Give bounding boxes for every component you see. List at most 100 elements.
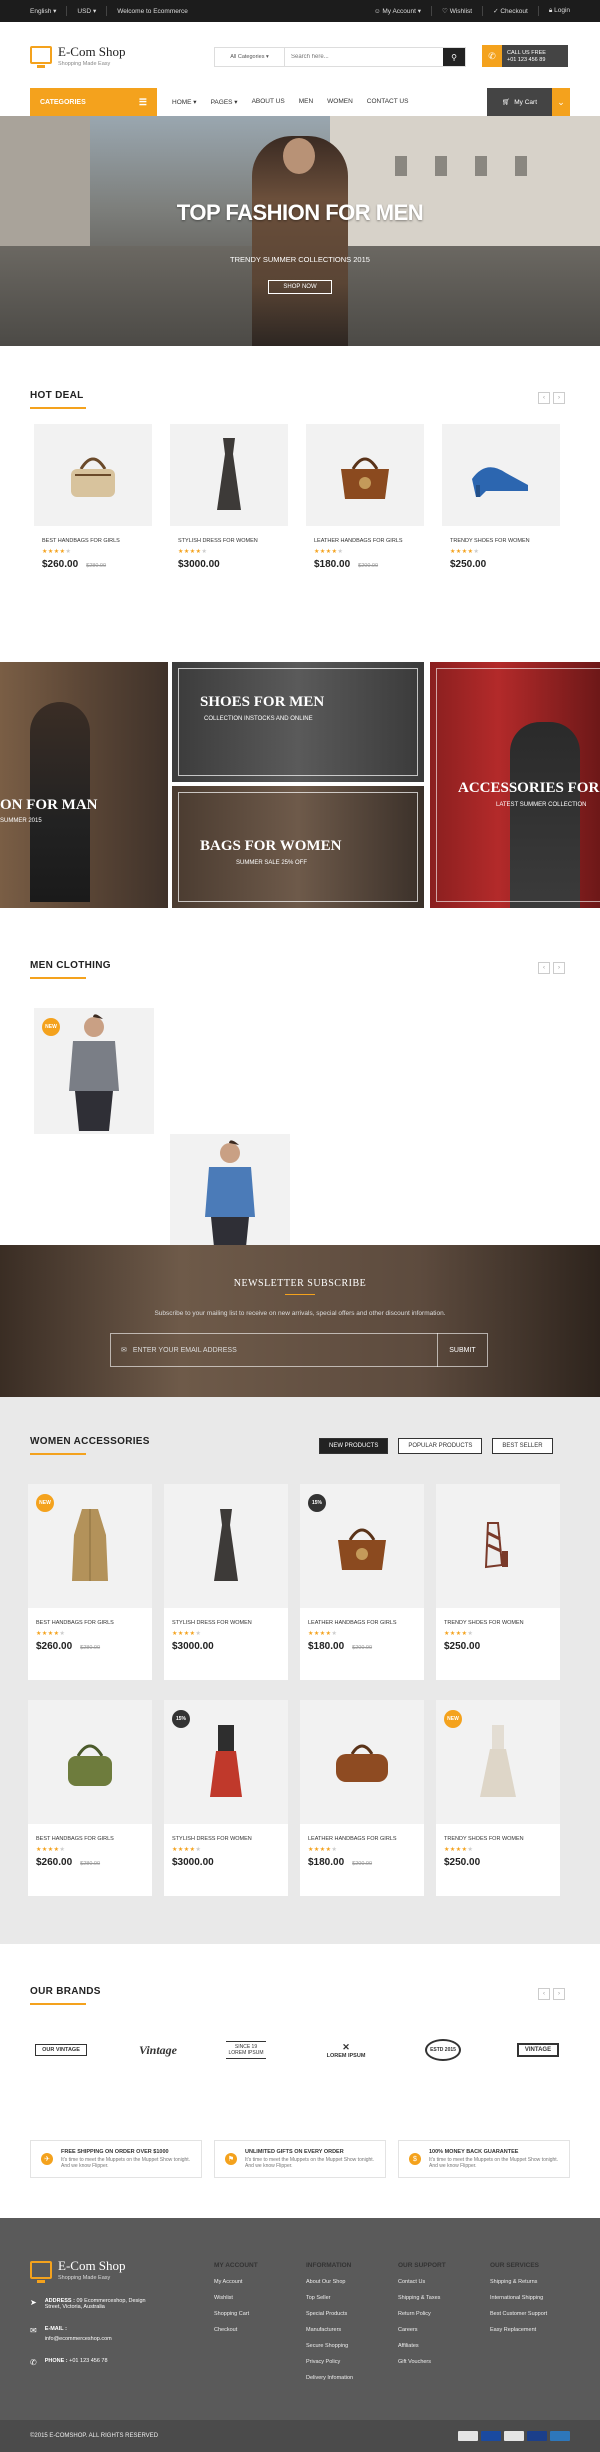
login-link[interactable]: 🔒︎ Login xyxy=(549,7,570,15)
footer-link[interactable]: About Our Shop xyxy=(306,2279,353,2285)
footer-link[interactable]: Shopping Cart xyxy=(214,2311,258,2317)
footer-link[interactable]: Affiliates xyxy=(398,2343,446,2349)
prev-arrow-icon[interactable]: ‹ xyxy=(538,392,550,404)
cart-toggle-button[interactable]: ⌄ xyxy=(552,88,570,116)
product-card[interactable]: TRENDY SHOES FOR WOMEN ★★★★★ $250.00 xyxy=(436,1484,560,1680)
product-name[interactable]: TRENDY SHOES FOR WOMEN xyxy=(436,1620,560,1626)
brand-logo[interactable]: SINCE 19 LOREM IPSUM xyxy=(213,2038,279,2062)
tab-popular-products[interactable]: POPULAR PRODUCTS xyxy=(398,1438,483,1454)
footer-link[interactable]: Top Seller xyxy=(306,2295,353,2301)
brand-logo[interactable]: ✕ LOREM IPSUM xyxy=(313,2038,379,2062)
product-image[interactable] xyxy=(28,1700,152,1824)
banner-bags[interactable]: BAGS FOR WOMEN SUMMER SALE 25% OFF xyxy=(172,786,424,908)
next-arrow-icon[interactable]: › xyxy=(553,962,565,974)
menu-women[interactable]: WOMEN xyxy=(327,98,353,106)
footer-link[interactable]: Easy Replacement xyxy=(490,2327,547,2333)
footer-logo[interactable]: E-Com Shop Shopping Made Easy xyxy=(30,2258,126,2283)
footer-link[interactable]: Contact Us xyxy=(398,2279,446,2285)
next-arrow-icon[interactable]: › xyxy=(553,1988,565,2000)
product-card[interactable]: 15% LEATHER HANDBAGS FOR GIRLS ★★★★★ $180.0… xyxy=(300,1484,424,1680)
menu-men[interactable]: MEN xyxy=(299,98,313,106)
footer-link[interactable]: Shipping & Taxes xyxy=(398,2295,446,2301)
banner-shoes[interactable]: SHOES FOR MEN COLLECTION INSTOCKS AND ON… xyxy=(172,662,424,782)
search-input[interactable] xyxy=(285,48,443,66)
footer-link[interactable]: Checkout xyxy=(214,2327,258,2333)
search-button[interactable]: ⚲ xyxy=(443,48,465,66)
product-image[interactable] xyxy=(34,424,152,526)
product-card[interactable]: NEW BEST HANDBAGS FOR GIRLS ★★★★★ $260.00 $2… xyxy=(28,1484,152,1680)
product-card[interactable]: 15% STYLISH DRESS FOR WOMEN ★★★★★ $3000.00 xyxy=(164,1700,288,1896)
newsletter-email-input[interactable]: ✉ ENTER YOUR EMAIL ADDRESS xyxy=(111,1346,437,1355)
product-card[interactable]: LEATHER HANDBAGS FOR GIRLS ★★★★★ $180.00 $2… xyxy=(300,1700,424,1896)
product-name[interactable]: TRENDY SHOES FOR WOMEN xyxy=(436,1836,560,1842)
product-card[interactable]: STYLISH DRESS FOR WOMEN ★★★★★ $3000.00 xyxy=(170,424,288,570)
footer-link[interactable]: Manufacturers xyxy=(306,2327,353,2333)
product-image[interactable] xyxy=(442,424,560,526)
footer-link[interactable]: Special Products xyxy=(306,2311,353,2317)
product-card[interactable]: BEST HANDBAGS FOR GIRLS ★★★★★ $260.00 $280.… xyxy=(28,1700,152,1896)
product-name[interactable]: STYLISH DRESS FOR WOMEN xyxy=(164,1620,288,1626)
product-image[interactable] xyxy=(436,1484,560,1608)
product-name[interactable]: BEST HANDBAGS FOR GIRLS xyxy=(34,538,152,544)
product-image[interactable]: 15% xyxy=(300,1484,424,1608)
search-category-select[interactable]: All Categories ▾ xyxy=(215,48,285,66)
product-card[interactable]: TRENDY SHOES FOR WOMEN ★★★★★ $250.00 xyxy=(442,424,560,570)
tab-best-seller[interactable]: BEST SELLER xyxy=(492,1438,553,1454)
menu-contact[interactable]: CONTACT US xyxy=(367,98,409,106)
footer-link[interactable]: Shipping & Returns xyxy=(490,2279,547,2285)
brand-logo[interactable]: OUR VINTAGE xyxy=(28,2038,94,2062)
product-name[interactable]: STYLISH DRESS FOR WOMEN xyxy=(170,538,288,544)
categories-button[interactable]: CATEGORIES ☰ xyxy=(30,88,157,116)
product-image[interactable] xyxy=(306,424,424,526)
footer-link[interactable]: Gift Vouchers xyxy=(398,2359,446,2365)
wishlist-link[interactable]: ♡ Wishlist xyxy=(442,7,472,15)
menu-pages[interactable]: PAGES ▾ xyxy=(211,98,238,106)
product-image[interactable] xyxy=(164,1484,288,1608)
brand-logo[interactable]: Vintage xyxy=(125,2038,191,2062)
product-name[interactable]: LEATHER HANDBAGS FOR GIRLS xyxy=(300,1836,424,1842)
prev-arrow-icon[interactable]: ‹ xyxy=(538,962,550,974)
newsletter-submit-button[interactable]: SUBMIT xyxy=(437,1333,487,1367)
footer-link[interactable]: Best Customer Support xyxy=(490,2311,547,2317)
brand-logo[interactable]: VINTAGE xyxy=(505,2038,571,2062)
banner-man[interactable]: ON FOR MAN SUMMER 2015 xyxy=(0,662,168,908)
product-name[interactable]: BEST HANDBAGS FOR GIRLS xyxy=(28,1836,152,1842)
currency-select[interactable]: USD ▾ xyxy=(77,7,96,15)
product-image[interactable]: 15% xyxy=(164,1700,288,1824)
next-arrow-icon[interactable]: › xyxy=(553,392,565,404)
footer-link[interactable]: Return Policy xyxy=(398,2311,446,2317)
product-card[interactable]: LEATHER HANDBAGS FOR GIRLS ★★★★★ $180.00 $2… xyxy=(306,424,424,570)
product-card[interactable]: NEW TRENDY SHOES FOR WOMEN ★★★★★ $250.00 xyxy=(436,1700,560,1896)
product-name[interactable]: TRENDY SHOES FOR WOMEN xyxy=(442,538,560,544)
language-select[interactable]: English ▾ xyxy=(30,7,56,15)
banner-accessories[interactable]: ACCESSORIES FOR LATEST SUMMER COLLECTION xyxy=(430,662,600,908)
footer-link[interactable]: International Shipping xyxy=(490,2295,547,2301)
footer-link[interactable]: Delivery Infomation xyxy=(306,2375,353,2381)
product-image[interactable] xyxy=(170,424,288,526)
footer-link[interactable]: Privacy Policy xyxy=(306,2359,353,2365)
checkout-link[interactable]: ✓ Checkout xyxy=(493,7,528,15)
men-product-card[interactable]: NEW xyxy=(34,1008,154,1134)
prev-arrow-icon[interactable]: ‹ xyxy=(538,1988,550,2000)
product-image[interactable]: NEW xyxy=(436,1700,560,1824)
shop-now-button[interactable]: SHOP NOW xyxy=(268,280,332,294)
product-card[interactable]: STYLISH DRESS FOR WOMEN ★★★★★ $3000.00 xyxy=(164,1484,288,1680)
tab-new-products[interactable]: NEW PRODUCTS xyxy=(319,1438,389,1454)
brand-logo[interactable]: ESTD 2015 xyxy=(410,2038,476,2062)
footer-link[interactable]: My Account xyxy=(214,2279,258,2285)
menu-about[interactable]: ABOUT US xyxy=(252,98,285,106)
logo[interactable]: E-Com Shop Shopping Made Easy xyxy=(30,44,126,68)
product-name[interactable]: STYLISH DRESS FOR WOMEN xyxy=(164,1836,288,1842)
product-card[interactable]: BEST HANDBAGS FOR GIRLS ★★★★★ $260.00 $280.… xyxy=(34,424,152,570)
product-image[interactable]: NEW xyxy=(28,1484,152,1608)
product-image[interactable] xyxy=(300,1700,424,1824)
footer-link[interactable]: Careers xyxy=(398,2327,446,2333)
product-name[interactable]: LEATHER HANDBAGS FOR GIRLS xyxy=(306,538,424,544)
men-product-card[interactable] xyxy=(170,1134,290,1260)
product-name[interactable]: LEATHER HANDBAGS FOR GIRLS xyxy=(300,1620,424,1626)
my-account-link[interactable]: ☺ My Account ▾ xyxy=(374,7,421,15)
cart-button[interactable]: 🛒︎ My Cart xyxy=(487,88,552,116)
menu-home[interactable]: HOME ▾ xyxy=(172,98,197,106)
product-name[interactable]: BEST HANDBAGS FOR GIRLS xyxy=(28,1620,152,1626)
footer-link[interactable]: Wishlist xyxy=(214,2295,258,2301)
